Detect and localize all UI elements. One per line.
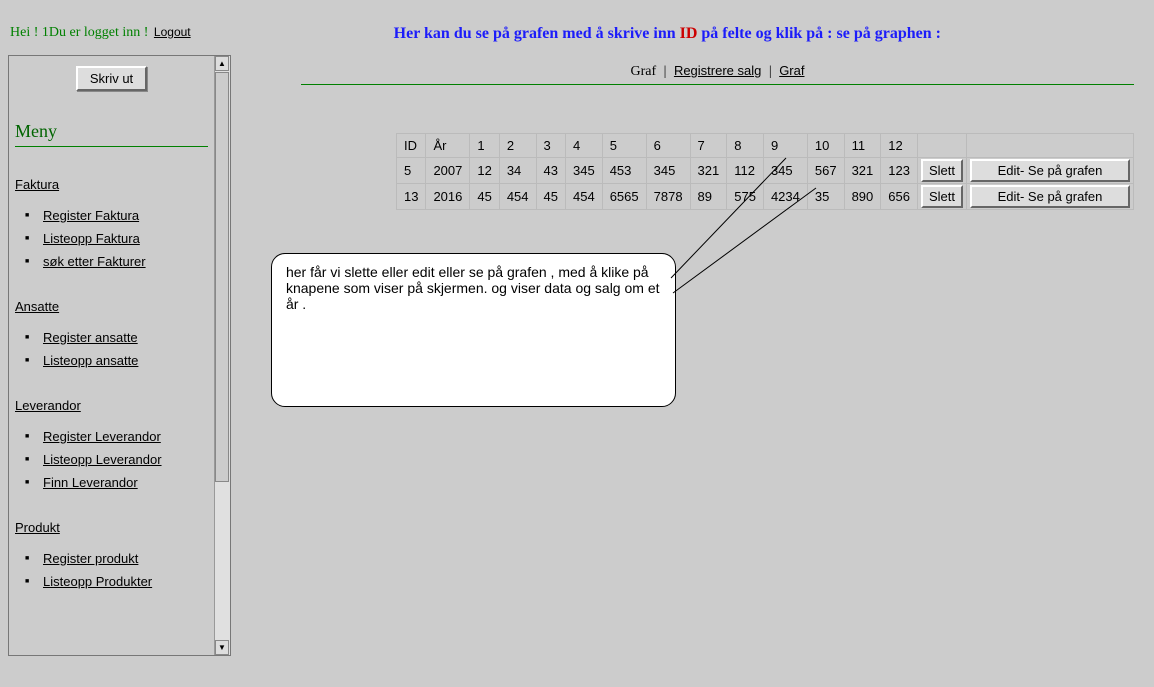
table-cell: 45 — [536, 184, 565, 210]
menu-item: Register produkt — [43, 551, 208, 566]
table-header-cell: 10 — [807, 134, 844, 158]
edit-view-graph-button[interactable]: Edit- Se på grafen — [970, 185, 1130, 208]
menu-link[interactable]: Listeopp ansatte — [43, 353, 138, 368]
sidebar-scrollbar[interactable]: ▲ ▼ — [214, 56, 230, 655]
logout-link[interactable]: Logout — [154, 25, 191, 39]
table-cell: 2016 — [426, 184, 470, 210]
data-table: IDÅr123456789101112520071234433454533453… — [396, 133, 1134, 210]
table-header-cell — [967, 134, 1134, 158]
menu-item: Register Leverandor — [43, 429, 208, 444]
subnav-divider — [301, 84, 1134, 85]
table-cell: 345 — [566, 158, 603, 184]
table-header-cell: 9 — [763, 134, 807, 158]
table-cell: 12 — [470, 158, 499, 184]
page-header: Her kan du se på grafen med å skrive inn… — [394, 25, 941, 42]
edit-view-graph-button[interactable]: Edit- Se på grafen — [970, 159, 1130, 182]
table-cell: 345 — [763, 158, 807, 184]
menu-link[interactable]: Register produkt — [43, 551, 138, 566]
table-header-cell: År — [426, 134, 470, 158]
table-cell: 2007 — [426, 158, 470, 184]
menu-item: Register ansatte — [43, 330, 208, 345]
table-header-cell: 8 — [727, 134, 764, 158]
menu-link[interactable]: Listeopp Faktura — [43, 231, 140, 246]
table-cell: 567 — [807, 158, 844, 184]
menu-item: Register Faktura — [43, 208, 208, 223]
table-cell: 4234 — [763, 184, 807, 210]
scroll-thumb[interactable] — [215, 72, 229, 482]
section-title: Leverandor — [15, 398, 208, 413]
table-cell: 453 — [602, 158, 646, 184]
sub-navigation: Graf | Registrere salg | Graf — [301, 63, 1134, 80]
section-title: Ansatte — [15, 299, 208, 314]
menu-link[interactable]: Finn Leverandor — [43, 475, 138, 490]
table-header-cell: ID — [396, 134, 425, 158]
table-cell: 575 — [727, 184, 764, 210]
table-header-cell: 7 — [690, 134, 727, 158]
table-cell: 112 — [727, 158, 764, 184]
subnav-graf-link[interactable]: Graf — [779, 63, 804, 78]
callout-box: her får vi slette eller edit eller se på… — [271, 253, 676, 407]
table-header-cell: 4 — [566, 134, 603, 158]
section-title: Faktura — [15, 177, 208, 192]
menu-link[interactable]: Listeopp Produkter — [43, 574, 152, 589]
delete-button[interactable]: Slett — [921, 185, 963, 208]
table-cell: 34 — [499, 158, 536, 184]
menu-item: Listeopp Leverandor — [43, 452, 208, 467]
table-cell: 454 — [566, 184, 603, 210]
table-cell: 345 — [646, 158, 690, 184]
table-cell: 5 — [396, 158, 425, 184]
table-cell: 890 — [844, 184, 881, 210]
menu-item: Listeopp ansatte — [43, 353, 208, 368]
scroll-down-icon[interactable]: ▼ — [215, 640, 229, 655]
menu-item: Listeopp Faktura — [43, 231, 208, 246]
table-row: 52007123443345453345321112345567321123Sl… — [396, 158, 1133, 184]
table-cell: 43 — [536, 158, 565, 184]
table-cell: 45 — [470, 184, 499, 210]
menu-link[interactable]: søk etter Fakturer — [43, 254, 146, 269]
table-cell: 656 — [881, 184, 918, 210]
menu-divider — [15, 146, 208, 147]
table-header-cell: 11 — [844, 134, 881, 158]
scroll-up-icon[interactable]: ▲ — [215, 56, 229, 71]
menu-item: Listeopp Produkter — [43, 574, 208, 589]
greeting-text: Hei ! 1Du er logget inn ! — [10, 25, 152, 40]
table-row: 1320164545445454656578788957542343589065… — [396, 184, 1133, 210]
delete-button[interactable]: Slett — [921, 159, 963, 182]
table-cell: 321 — [844, 158, 881, 184]
table-header-cell: 3 — [536, 134, 565, 158]
subnav-graf-label: Graf — [630, 64, 656, 79]
menu-title: Meny — [15, 121, 208, 142]
table-header-cell: 6 — [646, 134, 690, 158]
table-header-cell: 12 — [881, 134, 918, 158]
sidebar: Skriv ut Meny Faktura Register Faktura Lis… — [8, 55, 231, 656]
menu-item: søk etter Fakturer — [43, 254, 208, 269]
menu-link[interactable]: Listeopp Leverandor — [43, 452, 162, 467]
subnav-registrere-salg-link[interactable]: Registrere salg — [674, 63, 761, 78]
table-cell: 89 — [690, 184, 727, 210]
table-cell: 7878 — [646, 184, 690, 210]
table-cell: 454 — [499, 184, 536, 210]
table-header-cell: 2 — [499, 134, 536, 158]
table-cell: 6565 — [602, 184, 646, 210]
menu-link[interactable]: Register ansatte — [43, 330, 138, 345]
menu-link[interactable]: Register Faktura — [43, 208, 139, 223]
section-title: Produkt — [15, 520, 208, 535]
table-cell: 13 — [396, 184, 425, 210]
table-cell: 321 — [690, 158, 727, 184]
table-cell: 35 — [807, 184, 844, 210]
print-button[interactable]: Skriv ut — [76, 66, 147, 91]
menu-link[interactable]: Register Leverandor — [43, 429, 161, 444]
menu-item: Finn Leverandor — [43, 475, 208, 490]
table-cell: 123 — [881, 158, 918, 184]
table-header-cell — [917, 134, 966, 158]
table-header-cell: 1 — [470, 134, 499, 158]
table-header-cell: 5 — [602, 134, 646, 158]
